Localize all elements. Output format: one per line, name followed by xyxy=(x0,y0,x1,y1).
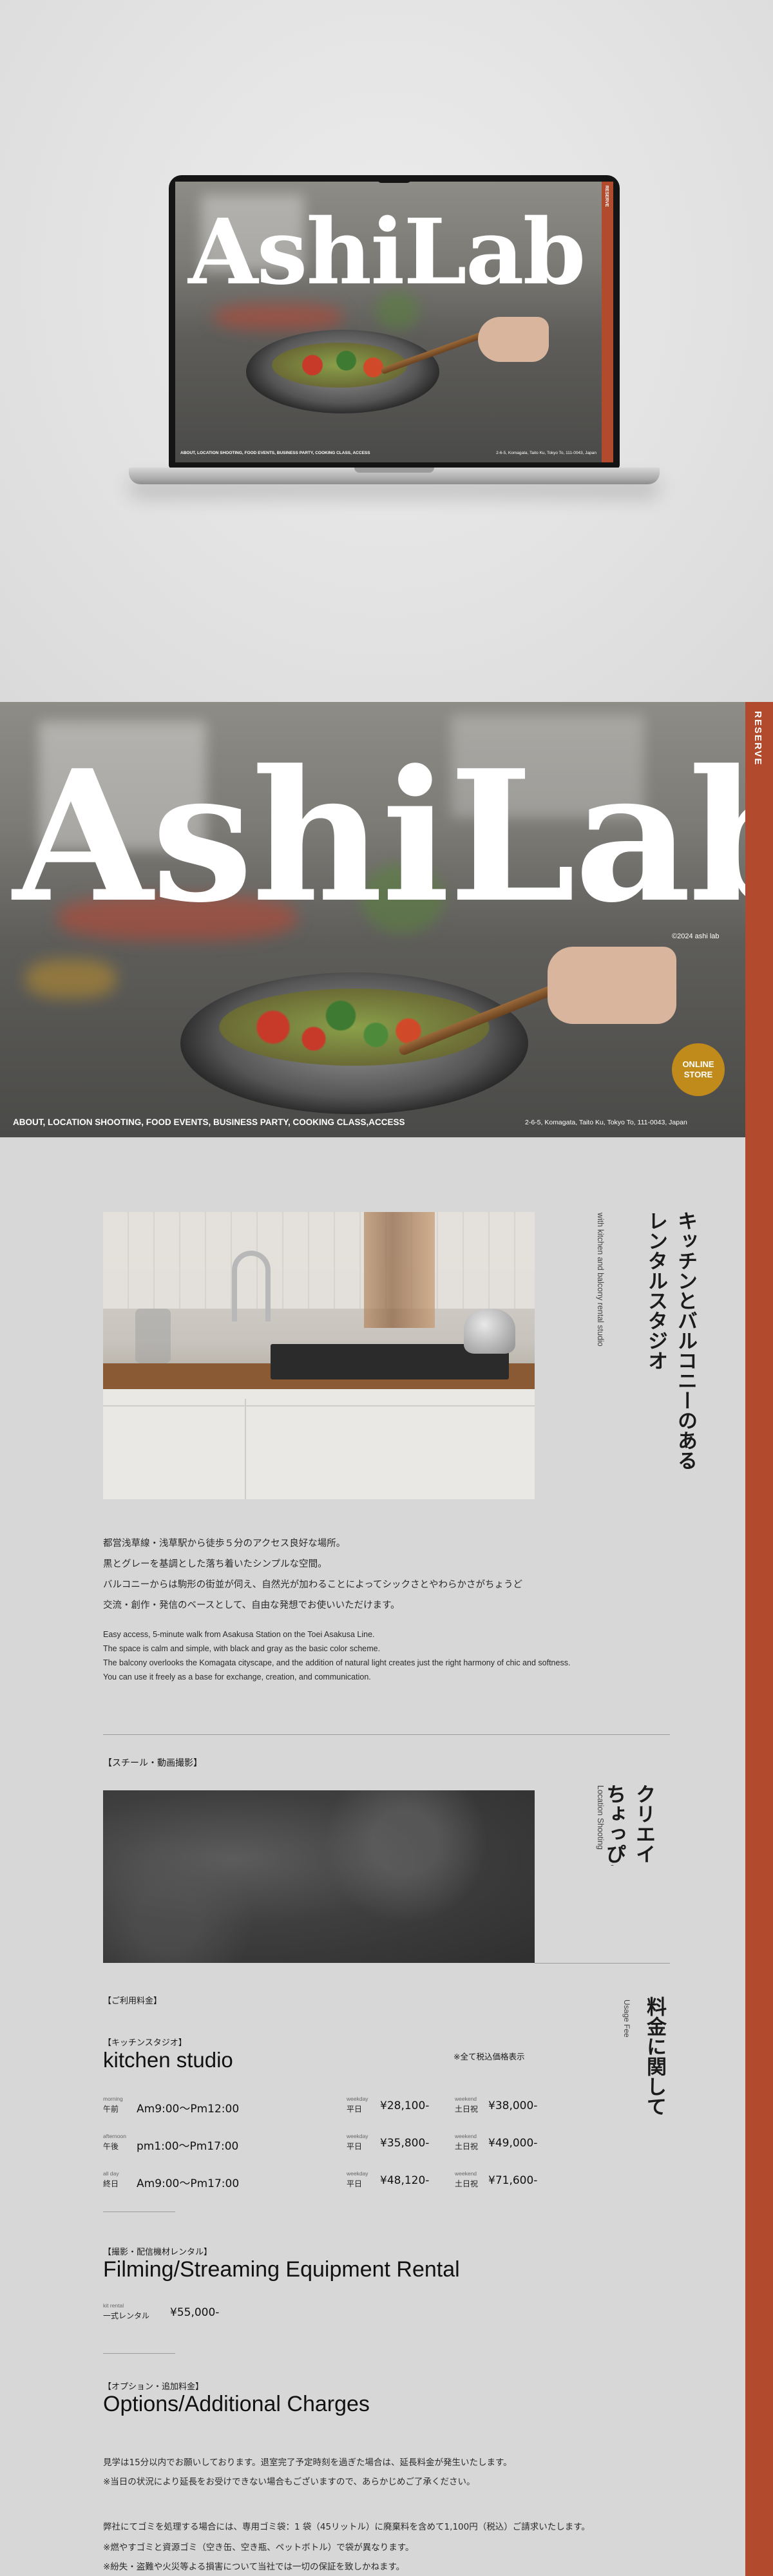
row-label-jp: 午前 xyxy=(103,2105,119,2114)
mockup-logo: AshiLab xyxy=(188,200,586,305)
intro-jp-body: 都営浅草線・浅草駅から徒歩５分のアクセス良好な場所。 黒とグレーを基調とした落ち… xyxy=(103,1533,618,1616)
kitchen-photo xyxy=(103,1212,535,1499)
weekend-price: ¥49,000- xyxy=(488,2137,538,2150)
location-title-line1: クリエイティビテ xyxy=(632,1784,655,1866)
intro-en-paragraph: The balcony overlooks the Komagata citys… xyxy=(103,1658,571,1667)
mockup-address: 2-6-5, Komagata, Taito Ku, Tokyo To, 111… xyxy=(496,451,596,455)
location-title-clip: クリエイティビテ ちょっぴり大人な xyxy=(599,1784,670,1866)
intro-jp-paragraph: 黒とグレーを基調とした落ち着いたシンプルな空間。 xyxy=(103,1559,327,1569)
location-tag: 【スチール・動画撮影】 xyxy=(103,1758,202,1768)
intro-subtitle: with kitchen and balcony rental studio xyxy=(596,1213,605,1347)
intro-en-body: Easy access, 5-minute walk from Asakusa … xyxy=(103,1627,683,1684)
intro-title-line1: キッチンとバルコニーのある xyxy=(674,1211,697,1470)
weekday-price: ¥28,100- xyxy=(380,2099,430,2112)
weekend-label-en: weekend xyxy=(455,2096,477,2102)
section-divider xyxy=(103,2353,175,2354)
kitchen-tag: 【キッチンスタジオ】 xyxy=(103,2038,187,2048)
page: AshiLab RESERVE ABOUT, LOCATION SHOOTING… xyxy=(0,0,773,2576)
row-label-en: afternoon xyxy=(103,2133,126,2139)
equipment-title: Filming/Streaming Equipment Rental xyxy=(103,2257,460,2282)
equipment-label-en: kit rental xyxy=(103,2302,124,2309)
tax-note: ※全て税込価格表示 xyxy=(453,2052,525,2061)
concrete-photo xyxy=(103,1790,535,1963)
options-note: 弊社にてゴミを処理する場合には、専用ゴミ袋：1 袋（45リットル）に廃棄料を含め… xyxy=(103,2522,590,2532)
row-label-en: morning xyxy=(103,2096,123,2102)
row-time: pm1:00〜Pm17:00 xyxy=(137,2140,239,2153)
hero-copyright: ©2024 ashi lab xyxy=(672,933,720,940)
weekend-label-jp: 土日祝 xyxy=(455,2142,479,2151)
pricing-subtitle: Usage Fee xyxy=(622,2000,631,2038)
row-label-jp: 午後 xyxy=(103,2142,119,2151)
online-store-label: ONLINE STORE xyxy=(682,1059,714,1079)
mockup-hero-photo: AshiLab RESERVE ABOUT, LOCATION SHOOTING… xyxy=(175,182,613,462)
weekday-label-en: weekday xyxy=(347,2170,368,2177)
location-title-line2: ちょっぴり大人な xyxy=(602,1784,625,1866)
hero-address: 2-6-5, Komagata, Taito Ku, Tokyo To, 111… xyxy=(525,1119,687,1126)
options-note: ※燃やすゴミと資源ゴミ（空き缶、空き瓶、ペットボトル）で袋が異なります。 xyxy=(103,2543,414,2553)
weekend-price: ¥71,600- xyxy=(488,2174,538,2187)
reserve-bar[interactable]: RESERVE xyxy=(745,702,773,2576)
weekday-price: ¥48,120- xyxy=(380,2174,430,2187)
weekend-label-jp: 土日祝 xyxy=(455,2105,479,2114)
weekend-label-en: weekend xyxy=(455,2133,477,2139)
laptop: AshiLab RESERVE ABOUT, LOCATION SHOOTING… xyxy=(169,175,620,469)
row-label-jp: 終日 xyxy=(103,2179,119,2188)
weekday-label-jp: 平日 xyxy=(347,2142,363,2151)
reserve-label: RESERVE xyxy=(752,711,763,766)
intro-title-line2: レンタルスタジオ xyxy=(644,1211,667,1370)
intro-en-paragraph: Easy access, 5-minute walk from Asakusa … xyxy=(103,1630,375,1639)
mockup-area: AshiLab RESERVE ABOUT, LOCATION SHOOTING… xyxy=(0,0,773,702)
pricing-title: 料金に関して xyxy=(643,1996,666,2116)
hero-logo: AshiLab xyxy=(13,731,745,943)
weekday-label-jp: 平日 xyxy=(347,2105,363,2114)
weekday-label-en: weekday xyxy=(347,2096,368,2102)
equipment-price: ¥55,000- xyxy=(170,2306,220,2319)
options-title: Options/Additional Charges xyxy=(103,2392,370,2416)
options-tag: 【オプション・追加料金】 xyxy=(103,2382,204,2392)
hero-nav[interactable]: ABOUT, LOCATION SHOOTING, FOOD EVENTS, B… xyxy=(13,1117,405,1127)
location-title: クリエイティビテ ちょっぴり大人な xyxy=(599,1784,658,1866)
options-note: 見学は15分以内でお願いしております。退室完了予定時刻を過ぎた場合は、延長料金が… xyxy=(103,2458,512,2468)
intro-jp-paragraph: バルコニーからは駒形の街並が伺え、自然光が加わることによってシックさとやわらかさ… xyxy=(103,1580,523,1590)
section-divider xyxy=(103,2211,175,2212)
mockup-nav: ABOUT, LOCATION SHOOTING, FOOD EVENTS, B… xyxy=(180,451,370,455)
site-page: AshiLab ©2024 ashi lab ONLINE STORE ABOU… xyxy=(0,702,773,2576)
weekday-label-jp: 平日 xyxy=(347,2179,363,2188)
row-time: Am9:00〜Pm12:00 xyxy=(137,2103,240,2116)
pricing-tag: 【ご利用料金】 xyxy=(103,1996,162,2006)
intro-title: キッチンとバルコニーのある レンタルスタジオ xyxy=(641,1211,700,1533)
hero: AshiLab ©2024 ashi lab ONLINE STORE ABOU… xyxy=(0,702,745,1137)
section-divider xyxy=(103,1734,670,1735)
weekday-label-en: weekday xyxy=(347,2133,368,2139)
laptop-camera-notch xyxy=(377,175,411,183)
laptop-groove xyxy=(354,468,434,473)
weekend-label-jp: 土日祝 xyxy=(455,2179,479,2188)
laptop-base xyxy=(129,468,660,484)
mockup-reserve-bar: RESERVE xyxy=(602,182,613,462)
weekend-price: ¥38,000- xyxy=(488,2099,538,2112)
laptop-screen: AshiLab RESERVE ABOUT, LOCATION SHOOTING… xyxy=(175,182,613,462)
weekend-label-en: weekend xyxy=(455,2170,477,2177)
weekday-price: ¥35,800- xyxy=(380,2137,430,2150)
options-note: ※当日の状況により延長をお受けできない場合もございますので、あらかじめご了承くだ… xyxy=(103,2477,475,2487)
intro-en-paragraph: You can use it freely as a base for exch… xyxy=(103,1672,371,1681)
intro-jp-paragraph: 交流・創作・発信のベースとして、自由な発想でお使いいただけます。 xyxy=(103,1600,400,1611)
row-label-en: all day xyxy=(103,2170,119,2177)
intro-en-paragraph: The space is calm and simple, with black… xyxy=(103,1644,381,1653)
section-divider xyxy=(535,1963,670,1964)
equipment-label-jp: 一式レンタル xyxy=(103,2311,150,2320)
kitchen-title: kitchen studio xyxy=(103,2048,233,2072)
online-store-button[interactable]: ONLINE STORE xyxy=(672,1043,725,1096)
equipment-tag: 【撮影・配信機材レンタル】 xyxy=(103,2248,213,2257)
options-note: ※紛失・盗難や火災等よる損害について当社では一切の保証を致しかねます。 xyxy=(103,2562,405,2572)
row-time: Am9:00〜Pm17:00 xyxy=(137,2177,240,2190)
mockup-reserve-label: RESERVE xyxy=(604,185,609,207)
location-subtitle: Location Shooting xyxy=(596,1785,605,1850)
intro-jp-paragraph: 都営浅草線・浅草駅から徒歩５分のアクセス良好な場所。 xyxy=(103,1539,346,1549)
